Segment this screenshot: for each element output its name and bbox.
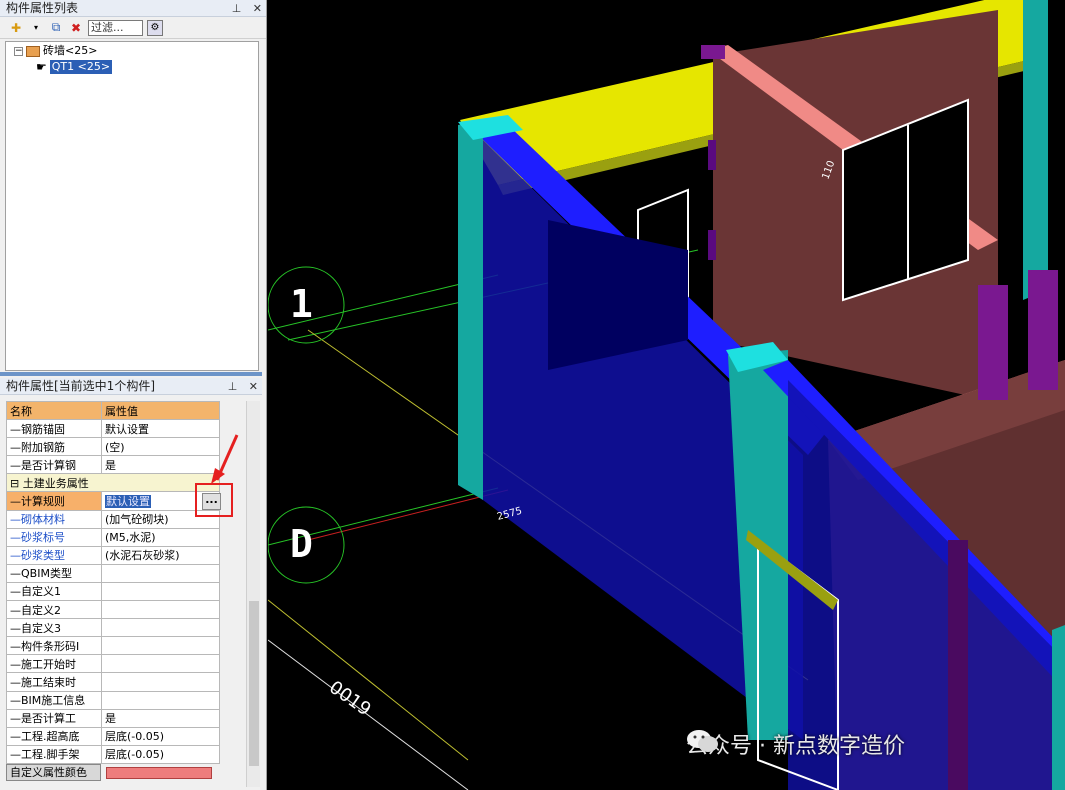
table-row[interactable]: —附加钢筋 (空) — [6, 437, 220, 457]
axis-label-d: D — [290, 522, 313, 566]
copy-component-icon[interactable]: ⧉ — [48, 20, 64, 36]
table-row-selected[interactable]: —计算规则 默认设置 — [6, 491, 220, 511]
tree-item-child-label: QT1 <25> — [49, 60, 113, 74]
tree-item-root[interactable]: − 砖墙<25> — [14, 44, 97, 58]
table-row[interactable]: —自定义1 — [6, 581, 220, 602]
table-row-group[interactable]: ⊟ 土建业务属性 — [6, 473, 220, 493]
component-list-title-text: 构件属性列表 — [6, 1, 79, 15]
properties-header-row: 名称 属性值 — [6, 400, 220, 421]
table-row[interactable]: —砂浆类型 (水泥石灰砂浆) — [6, 545, 220, 565]
table-row[interactable]: —钢筋锚固 默认设置 — [6, 419, 220, 439]
properties-scrollbar[interactable] — [246, 401, 260, 787]
component-toolbar: ✚ ▾ ⧉ ✖ 过滤... ⚙ — [0, 17, 266, 39]
table-row[interactable]: —施工开始时 — [6, 654, 220, 674]
table-row[interactable]: —自定义3 — [6, 618, 220, 638]
table-row[interactable]: —QBIM类型 — [6, 563, 220, 583]
pin-icon[interactable]: ⊥ — [228, 380, 238, 393]
dropdown-arrow-icon[interactable]: ▾ — [28, 20, 44, 36]
close-icon[interactable]: ✕ — [253, 2, 262, 15]
properties-table: 名称 属性值 —钢筋锚固 默认设置 —附加钢筋 (空) —是否计算钢是 ⊟ 土建业务… — [6, 400, 220, 764]
properties-title-text: 构件属性[当前选中1个构件] — [6, 379, 155, 393]
scrollbar-thumb[interactable] — [249, 601, 259, 766]
color-swatch[interactable] — [106, 767, 212, 779]
wechat-icon — [687, 730, 718, 752]
collapse-icon[interactable]: − — [14, 46, 23, 56]
filter-input[interactable]: 过滤... — [88, 19, 143, 36]
table-row[interactable]: —自定义2 — [6, 600, 220, 620]
table-row[interactable]: —砌体材料 (加气砼砌块) — [6, 509, 220, 529]
tree-item-root-label: 砖墙<25> — [43, 44, 98, 57]
new-component-icon[interactable]: ✚ — [8, 20, 24, 36]
model-canvas: 110 0019 2575 — [268, 0, 1065, 790]
table-row[interactable]: —是否计算工是 — [6, 708, 220, 728]
panel-splitter[interactable] — [0, 372, 262, 376]
component-tree: − 砖墙<25> ☛ QT1 <25> — [5, 41, 259, 371]
table-row[interactable]: —构件条形码I — [6, 636, 220, 656]
watermark: 公众号 · 新点数字造价 — [686, 728, 905, 760]
table-row[interactable]: —是否计算钢是 — [6, 455, 220, 475]
table-row[interactable]: —施工结束时 — [6, 672, 220, 692]
tree-item-child[interactable]: ☛ QT1 <25> — [36, 60, 113, 74]
settings-icon[interactable]: ⚙ — [147, 19, 163, 36]
annotation-arrow — [211, 434, 239, 484]
header-value: 属性值 — [101, 400, 220, 421]
pin-icon[interactable]: ⊥ — [232, 2, 242, 15]
brick-wall-icon — [26, 45, 40, 57]
delete-component-icon[interactable]: ✖ — [68, 20, 84, 36]
component-list-title: 构件属性列表 ⊥ ✕ — [0, 0, 266, 17]
table-row[interactable]: —BIM施工信息 — [6, 690, 220, 710]
hand-pointer-icon: ☛ — [36, 60, 47, 74]
properties-title: 构件属性[当前选中1个构件] ⊥ ✕ — [0, 378, 262, 395]
table-row[interactable]: —工程.超高底 层底(-0.05) — [6, 726, 220, 746]
table-row[interactable]: —砂浆标号 (M5,水泥) — [6, 527, 220, 547]
close-icon[interactable]: ✕ — [249, 380, 258, 393]
custom-color-button[interactable]: 自定义属性颜色 — [6, 764, 101, 781]
axis-label-1: 1 — [290, 282, 313, 326]
header-name: 名称 — [6, 400, 102, 421]
model-3d-view[interactable]: 110 0019 2575 1 D 公众号 · 新点数字造价 — [268, 0, 1065, 790]
table-row[interactable]: —工程.脚手架 层底(-0.05) — [6, 744, 220, 764]
left-panel: 构件属性列表 ⊥ ✕ ✚ ▾ ⧉ ✖ 过滤... ⚙ − 砖墙<25> ☛ QT… — [0, 0, 267, 790]
